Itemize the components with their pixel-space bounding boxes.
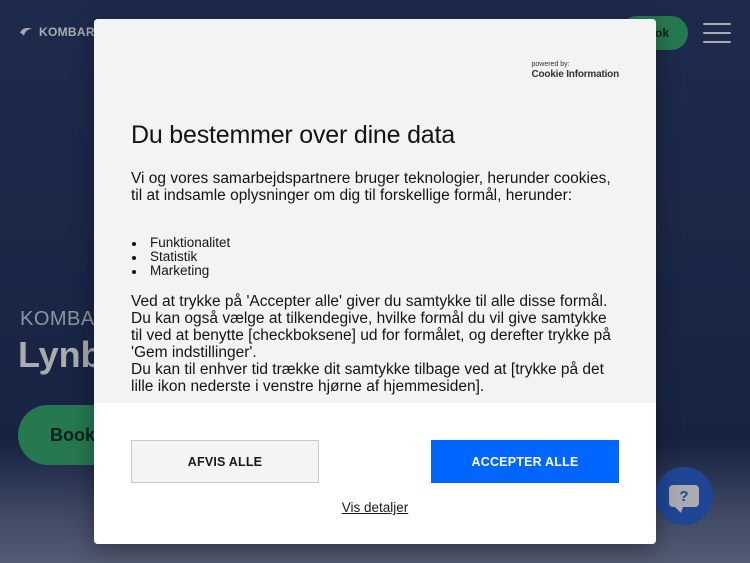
consent-intro: Vi og vores samarbejdspartnere bruger te… — [131, 170, 611, 204]
consent-accept-explanation: Ved at trykke på 'Accepter alle' giver d… — [131, 293, 611, 361]
consent-title: Du bestemmer over dine data — [131, 121, 455, 149]
powered-by-badge: powered by: Cookie Information — [531, 61, 619, 80]
accept-all-button[interactable]: ACCEPTER ALLE — [431, 440, 619, 483]
purpose-item: Statistik — [131, 250, 230, 264]
show-details-link[interactable]: Vis detaljer — [94, 500, 656, 515]
consent-body: powered by: Cookie Information Du bestem… — [94, 19, 656, 403]
powered-by-label: powered by: — [531, 61, 570, 68]
consent-withdraw-explanation: Du kan til enhver tid trække dit samtykk… — [131, 361, 604, 395]
purpose-item: Marketing — [131, 264, 230, 278]
reject-all-button[interactable]: AFVIS ALLE — [131, 440, 319, 483]
consent-footer: AFVIS ALLE ACCEPTER ALLE Vis detaljer — [94, 403, 656, 544]
purpose-list: Funktionalitet Statistik Marketing — [131, 236, 230, 278]
cookie-information-brand: Cookie Information — [531, 69, 619, 80]
cookie-consent-dialog: powered by: Cookie Information Du bestem… — [94, 19, 656, 544]
purpose-item: Funktionalitet — [131, 236, 230, 250]
